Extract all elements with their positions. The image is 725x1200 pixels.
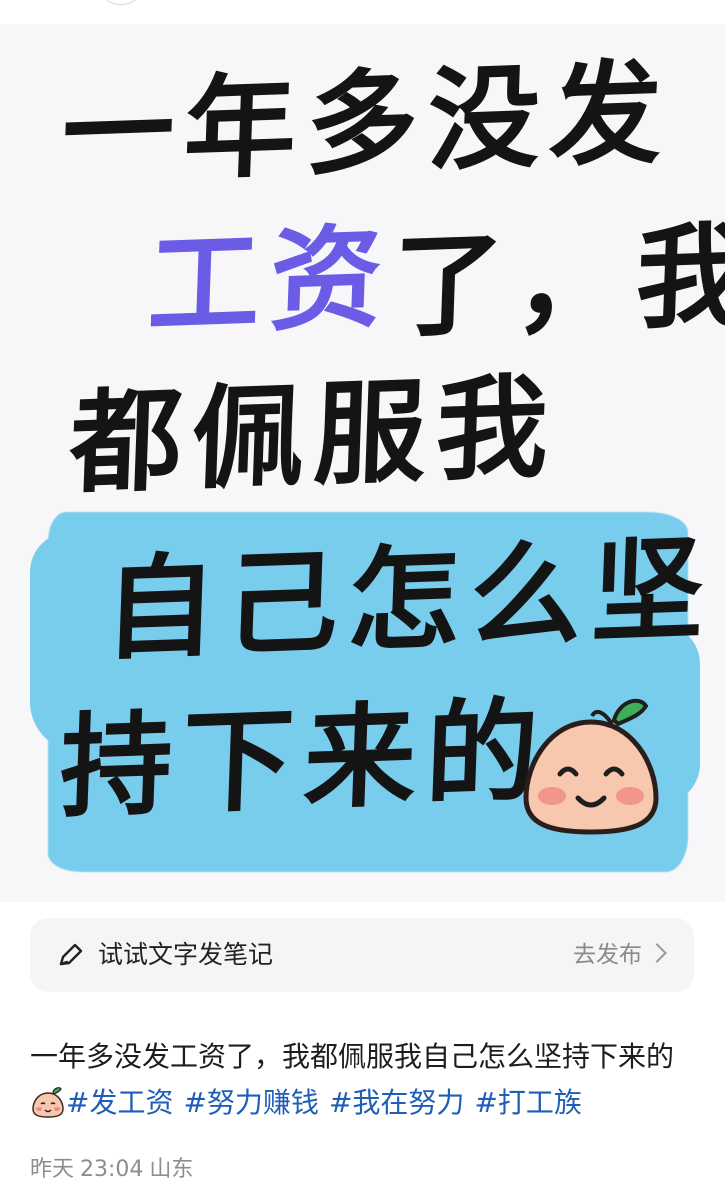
post-image[interactable]: 一年多没发 工资了，我 都佩服我 自己怎么坚 持下来的 <box>0 24 725 902</box>
post-body: 一年多没发工资了，我都佩服我自己怎么坚持下来的 #发工资 #努力赚钱 #我在努力 #打… <box>30 1034 700 1126</box>
post-location: 山东 <box>149 1157 194 1182</box>
publish-button[interactable]: 去发布 <box>573 940 667 970</box>
image-text-line-1: 一年多没发 <box>59 48 675 200</box>
avatar[interactable] <box>98 0 144 5</box>
hashtag-link[interactable]: #我在努力 <box>329 1086 464 1119</box>
peach-emoji-icon <box>523 698 659 835</box>
image-text-accent: 工资 <box>145 212 395 352</box>
image-text-line-3: 都佩服我 <box>67 362 561 510</box>
post-text: 一年多没发工资了，我都佩服我自己怎么坚持下来的 <box>30 1040 675 1073</box>
peach-emoji-icon <box>32 1087 64 1118</box>
hashtag-link[interactable]: #发工资 <box>66 1086 173 1119</box>
pencil-icon <box>59 943 83 966</box>
hashtag-link[interactable]: #努力赚钱 <box>183 1086 318 1119</box>
post-meta: 昨天 23:04 山东 <box>30 1156 199 1184</box>
post-time: 23:04 <box>80 1157 144 1182</box>
composer-label: 试试文字发笔记 <box>98 940 274 969</box>
text-note-composer[interactable]: 试试文字发笔记 去发布 <box>30 918 694 992</box>
publish-label: 去发布 <box>573 942 642 968</box>
chevron-right-icon <box>647 943 667 963</box>
post-date: 昨天 <box>30 1157 75 1182</box>
hashtag-link[interactable]: #打工族 <box>474 1086 581 1119</box>
image-text-line-4: 自己怎么坚 <box>101 524 717 676</box>
top-bar <box>0 0 725 25</box>
image-text-line-2: 工资了，我 <box>145 210 725 354</box>
